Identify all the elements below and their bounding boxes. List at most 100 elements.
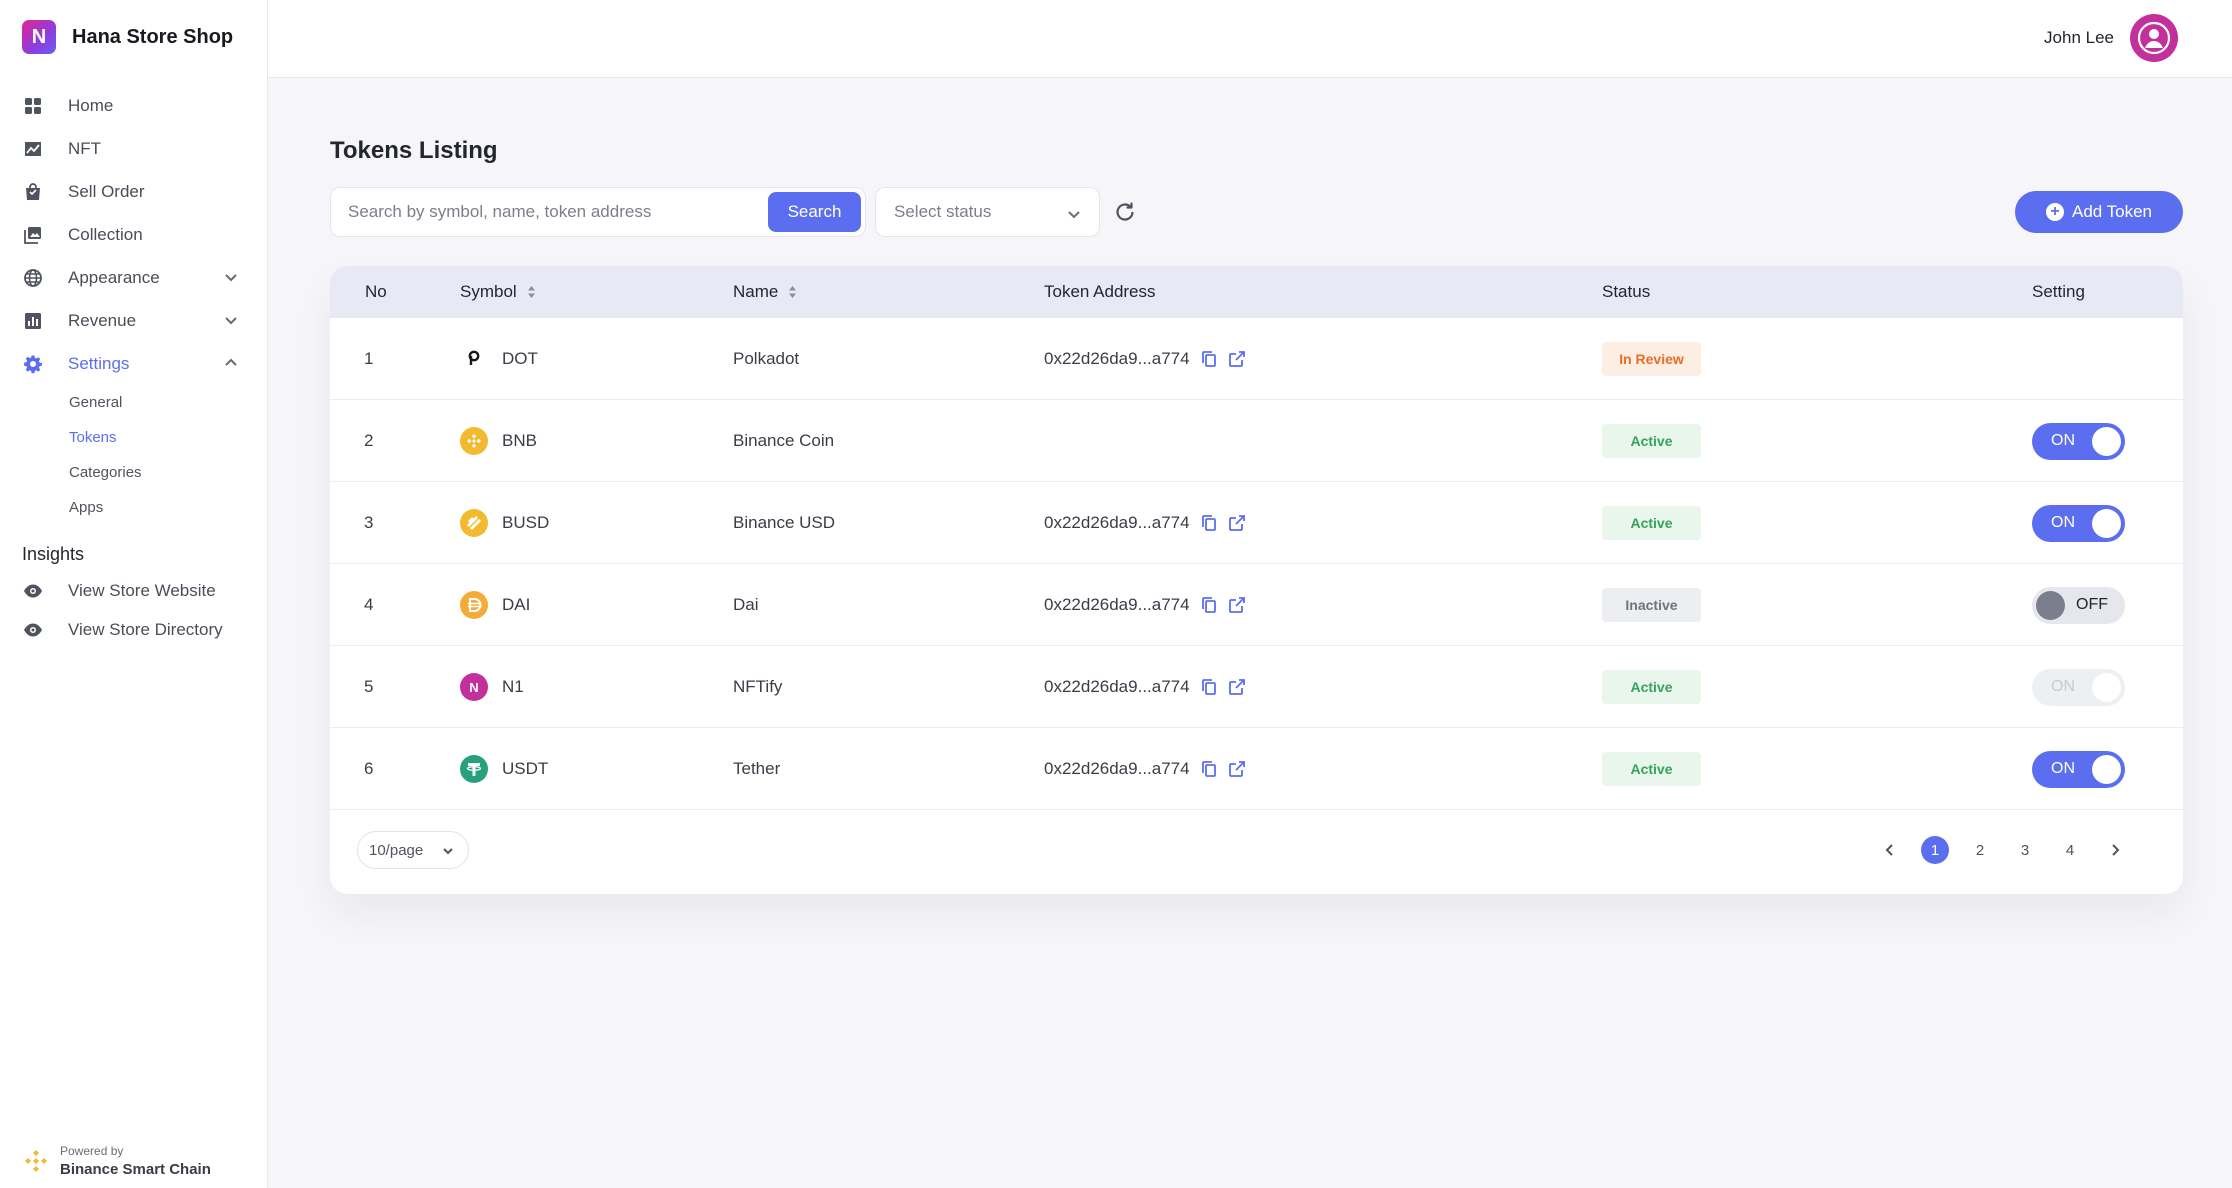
user-name: John Lee [2044, 28, 2114, 47]
header-symbol[interactable]: Symbol [460, 266, 536, 318]
brand-logo: N [22, 20, 56, 54]
external-link-icon[interactable] [1228, 514, 1246, 532]
row-symbol: BNB [460, 400, 537, 482]
token-address: 0x22d26da9...a774 [1044, 349, 1190, 368]
row-status: Active [1602, 400, 1701, 482]
page-1[interactable]: 1 [1921, 836, 1949, 864]
user-menu[interactable]: John Lee [2044, 14, 2178, 62]
sidebar-item-label: Settings [68, 353, 130, 373]
setting-toggle[interactable]: OFF [2032, 586, 2125, 624]
subnav-item-apps[interactable]: Apps [69, 490, 268, 525]
view-store-directory-link[interactable]: View Store Directory [0, 610, 268, 649]
polkadot-icon [460, 345, 488, 373]
sort-icon[interactable] [788, 286, 797, 298]
next-page-icon[interactable] [2101, 836, 2129, 864]
topbar: John Lee [268, 0, 2232, 78]
prev-page-icon[interactable] [1876, 836, 1904, 864]
header-name[interactable]: Name [733, 266, 797, 318]
external-link-icon[interactable] [1228, 350, 1246, 368]
row-status: Inactive [1602, 564, 1701, 646]
sidebar-item-settings[interactable]: Settings [0, 342, 268, 385]
row-no: 6 [364, 759, 374, 778]
row-symbol: DAI [460, 564, 530, 646]
symbol-label: DAI [502, 595, 531, 614]
row-status: Active [1602, 482, 1701, 564]
brand[interactable]: N Hana Store Shop [22, 20, 233, 54]
sidebar-item-nft[interactable]: NFT [0, 127, 268, 170]
row-setting: ON [2032, 482, 2125, 564]
insights-heading: Insights [22, 543, 85, 564]
powered-by-chain: Binance Smart Chain [60, 1161, 211, 1178]
sort-icon[interactable] [527, 286, 536, 298]
status-badge: Active [1602, 670, 1701, 704]
external-link-icon[interactable] [1228, 678, 1246, 696]
row-status: Active [1602, 728, 1701, 810]
setting-toggle[interactable]: ON [2032, 750, 2125, 788]
dai-icon [460, 591, 488, 619]
row-no: 5 [364, 677, 374, 696]
nftify-icon: N [460, 673, 488, 701]
setting-toggle[interactable]: ON [2032, 504, 2125, 542]
search-input[interactable] [331, 188, 761, 236]
token-address: 0x22d26da9...a774 [1044, 677, 1190, 696]
toggle-knob [2092, 426, 2121, 456]
chart-line-icon [22, 138, 44, 160]
sidebar-item-collection[interactable]: Collection [0, 213, 268, 256]
sidebar-item-appearance[interactable]: Appearance [0, 256, 268, 299]
sidebar-item-sell-order[interactable]: Sell Order [0, 170, 268, 213]
subnav-item-general[interactable]: General [69, 385, 268, 420]
subnav-item-tokens[interactable]: Tokens [69, 420, 268, 455]
subnav-item-categories[interactable]: Categories [69, 455, 268, 490]
insights-item-label: View Store Directory [68, 619, 223, 639]
row-setting: ON [2032, 728, 2125, 810]
page-4[interactable]: 4 [2056, 836, 2084, 864]
page-size-select[interactable]: 10/page [357, 831, 469, 869]
page-2[interactable]: 2 [1966, 836, 1994, 864]
page-3[interactable]: 3 [2011, 836, 2039, 864]
search-button[interactable]: Search [768, 192, 861, 232]
row-no: 4 [364, 595, 374, 614]
row-symbol: DOT [460, 318, 538, 400]
brand-name: Hana Store Shop [72, 25, 234, 48]
view-store-website-link[interactable]: View Store Website [0, 571, 268, 610]
external-link-icon[interactable] [1228, 596, 1246, 614]
settings-subnav: General Tokens Categories Apps [0, 385, 268, 525]
copy-icon[interactable] [1200, 760, 1218, 778]
row-setting: ON [2032, 646, 2125, 728]
add-token-label: Add Token [2071, 202, 2153, 221]
copy-icon[interactable] [1200, 596, 1218, 614]
toggle-knob [2092, 508, 2121, 538]
gallery-icon [22, 224, 44, 246]
binance-logo-icon [22, 1147, 50, 1175]
table-row: 3 BUSD Binance USD 0x22d26da9...a774 Act… [330, 482, 2183, 564]
token-address: 0x22d26da9...a774 [1044, 759, 1190, 778]
status-badge: Active [1602, 506, 1701, 540]
row-status: In Review [1602, 318, 1701, 400]
avatar[interactable] [2130, 14, 2178, 62]
status-select[interactable]: Select status [875, 187, 1100, 237]
copy-icon[interactable] [1200, 678, 1218, 696]
sidebar-item-home[interactable]: Home [0, 84, 268, 127]
bnb-icon [460, 427, 488, 455]
table-row: 4 DAI Dai 0x22d26da9...a774 Inactive OFF [330, 564, 2183, 646]
header-token-address: Token Address [1044, 282, 1156, 301]
row-name: Dai [733, 595, 759, 614]
setting-toggle[interactable]: ON [2032, 668, 2125, 706]
copy-icon[interactable] [1200, 514, 1218, 532]
powered-by-label: Powered by [60, 1144, 124, 1158]
header-symbol-label: Symbol [460, 282, 517, 301]
row-setting: OFF [2032, 564, 2125, 646]
toggle-label: ON [2051, 514, 2075, 531]
table-row: 2 BNB Binance Coin Active ON [330, 400, 2183, 482]
external-link-icon[interactable] [1228, 760, 1246, 778]
status-badge: Inactive [1602, 588, 1701, 622]
copy-icon[interactable] [1200, 350, 1218, 368]
tether-icon [460, 755, 488, 783]
sidebar-item-revenue[interactable]: Revenue [0, 299, 268, 342]
eye-icon [22, 580, 44, 602]
refresh-icon[interactable] [1113, 200, 1137, 224]
sidebar-item-label: Sell Order [68, 181, 145, 201]
user-icon [2137, 21, 2171, 55]
setting-toggle[interactable]: ON [2032, 422, 2125, 460]
add-token-button[interactable]: + Add Token [2015, 191, 2183, 233]
